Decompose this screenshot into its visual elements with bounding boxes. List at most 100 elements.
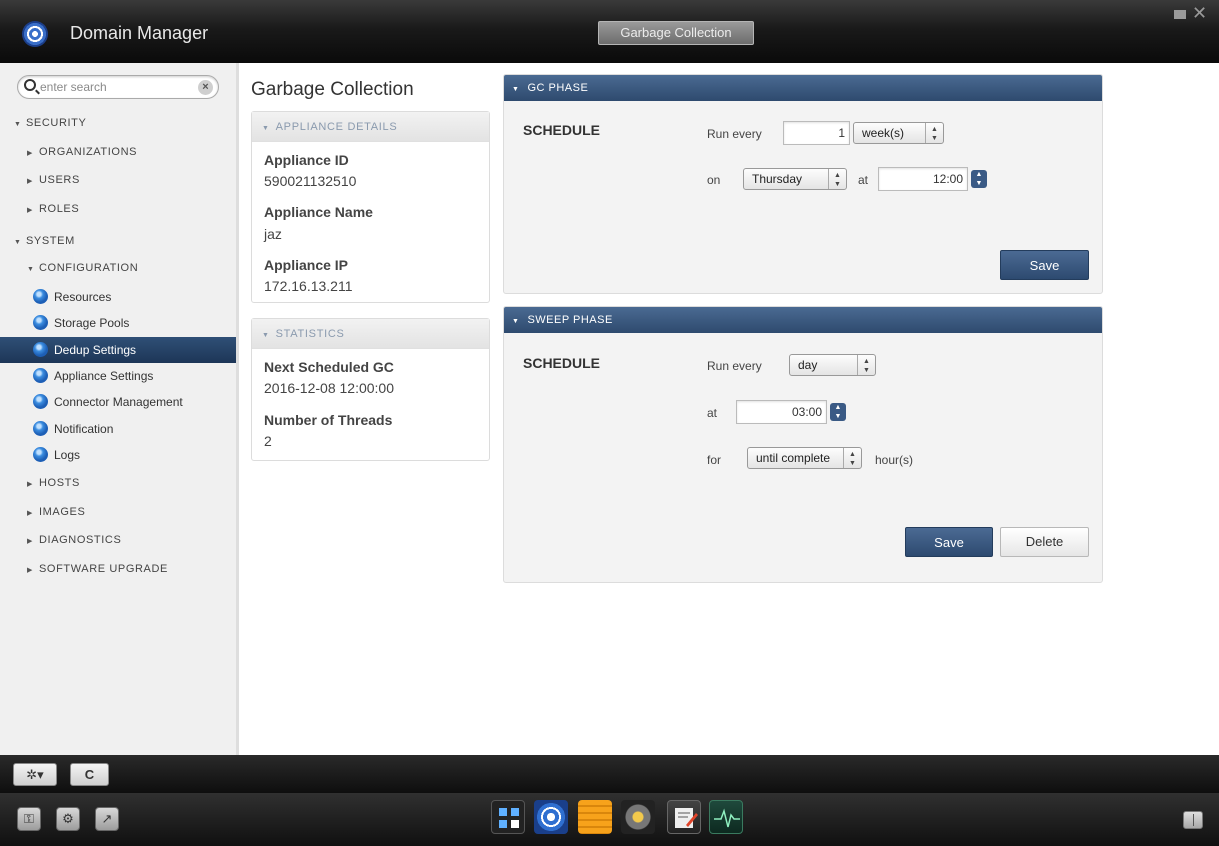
- appliance-ip-label: Appliance IP: [264, 257, 349, 273]
- notes-app-icon[interactable]: [578, 800, 612, 834]
- network-app-icon[interactable]: [621, 800, 655, 834]
- sweep-unit-select[interactable]: day ▲ ▼: [789, 354, 876, 376]
- gc-save-button[interactable]: Save: [1000, 250, 1089, 280]
- gc-time-input[interactable]: 12:00: [878, 167, 968, 191]
- gc-run-every-input[interactable]: 1: [783, 121, 850, 145]
- gear-icon[interactable]: ⚙: [56, 807, 80, 831]
- sweep-run-every-label: Run every: [707, 359, 762, 373]
- sweep-schedule-label: SCHEDULE: [523, 355, 601, 371]
- gc-on-label: on: [707, 173, 721, 187]
- minimize-icon[interactable]: [1174, 10, 1186, 19]
- sweep-hours-label: hour(s): [875, 453, 914, 467]
- gc-phase-panel: ▼ GC PHASE SCHEDULE Run every 1 week(s) ▲ ▼…: [503, 74, 1103, 294]
- search-input[interactable]: [40, 78, 190, 96]
- gc-at-label: at: [858, 173, 869, 187]
- appliance-name-value: jaz: [264, 226, 282, 242]
- up-down-icon: ▲ ▼: [828, 169, 846, 189]
- sidebar-item-hosts[interactable]: ▶ HOSTS: [0, 470, 236, 496]
- globe-icon: [33, 289, 48, 304]
- close-icon[interactable]: ✕: [1192, 3, 1207, 24]
- app-title: Domain Manager: [70, 23, 209, 43]
- sidebar-item-organizations[interactable]: ▶ ORGANIZATIONS: [0, 139, 236, 165]
- bottom-toolbar: ✲▾ C: [0, 755, 1219, 793]
- globe-icon: [33, 447, 48, 462]
- sidebar-item-configuration[interactable]: ▼ CONFIGURATION: [0, 255, 236, 281]
- editor-app-icon[interactable]: [667, 800, 701, 834]
- keyhole-icon[interactable]: ⚿: [17, 807, 41, 831]
- chevron-right-icon: ▶: [27, 567, 33, 574]
- sweep-phase-panel: ▼ SWEEP PHASE SCHEDULE Run every day ▲ ▼ at…: [503, 306, 1103, 583]
- chevron-down-icon: ▼: [14, 239, 22, 246]
- appliance-ip-value: 172.16.13.211: [264, 278, 353, 294]
- gear-dropdown-icon[interactable]: ✲▾: [13, 763, 57, 786]
- gc-schedule-label: SCHEDULE: [523, 122, 601, 138]
- up-down-icon: ▲ ▼: [843, 448, 861, 468]
- chevron-right-icon: ▶: [27, 178, 33, 185]
- chevron-right-icon: ▶: [27, 150, 33, 157]
- chevron-down-icon: ▼: [512, 86, 520, 93]
- chevron-right-icon: ▶: [27, 538, 33, 545]
- tab-garbage-collection[interactable]: Garbage Collection: [598, 21, 754, 45]
- sidebar-item-images[interactable]: ▶ IMAGES: [0, 499, 236, 525]
- domain-manager-icon[interactable]: [534, 800, 568, 834]
- sidebar-item-storage-pools[interactable]: Storage Pools: [0, 310, 236, 336]
- chevron-down-icon: ▼: [512, 318, 520, 325]
- book-icon[interactable]: [1183, 811, 1203, 829]
- threads-value: 2: [264, 433, 272, 449]
- globe-icon: [33, 394, 48, 409]
- wrench-icon[interactable]: ↗: [95, 807, 119, 831]
- sidebar-item-logs[interactable]: Logs: [0, 442, 236, 468]
- statistics-card: ▼ STATISTICS Next Scheduled GC 2016-12-08…: [251, 318, 490, 461]
- threads-label: Number of Threads: [264, 412, 393, 428]
- appliance-id-label: Appliance ID: [264, 152, 349, 168]
- sweep-at-label: at: [707, 406, 718, 420]
- chevron-down-icon: ▼: [262, 332, 270, 339]
- monitor-app-icon[interactable]: [709, 800, 743, 834]
- gc-phase-header[interactable]: ▼ GC PHASE: [504, 75, 1102, 101]
- sidebar-item-system[interactable]: ▼ SYSTEM: [0, 228, 236, 254]
- sidebar-item-appliance-settings[interactable]: Appliance Settings: [0, 363, 236, 389]
- gc-time-stepper-icon[interactable]: ▲ ▼: [971, 170, 987, 188]
- globe-icon: [33, 315, 48, 330]
- sidebar: × ▼SECURITY ▶ORGANIZATIONS ▶USERS ▶ROLES…: [0, 63, 239, 755]
- dock: ⚿ ⚙ ↗: [0, 793, 1219, 846]
- globe-icon: [33, 342, 48, 357]
- sidebar-item-diagnostics[interactable]: ▶ DIAGNOSTICS: [0, 527, 236, 553]
- globe-icon: [33, 421, 48, 436]
- sweep-duration-select[interactable]: until complete ▲ ▼: [747, 447, 862, 469]
- search-icon: [24, 79, 36, 91]
- chevron-right-icon: ▶: [27, 510, 33, 517]
- sidebar-item-dedup-settings[interactable]: Dedup Settings: [0, 337, 236, 363]
- sidebar-item-roles[interactable]: ▶ ROLES: [0, 196, 236, 222]
- gc-unit-select[interactable]: week(s) ▲ ▼: [853, 122, 944, 144]
- sidebar-item-notification[interactable]: Notification: [0, 416, 236, 442]
- sidebar-item-users[interactable]: ▶ USERS: [0, 167, 236, 193]
- up-down-icon: ▲ ▼: [925, 123, 943, 143]
- next-gc-label: Next Scheduled GC: [264, 359, 394, 375]
- sweep-save-button[interactable]: Save: [905, 527, 993, 557]
- sweep-delete-button[interactable]: Delete: [1000, 527, 1089, 557]
- domain-manager-logo-icon: [22, 21, 48, 47]
- appliance-name-label: Appliance Name: [264, 204, 373, 220]
- up-down-icon: ▲ ▼: [857, 355, 875, 375]
- sweep-phase-header[interactable]: ▼ SWEEP PHASE: [504, 307, 1102, 333]
- sidebar-item-software-upgrade[interactable]: ▶ SOFTWARE UPGRADE: [0, 556, 236, 582]
- gc-day-select[interactable]: Thursday ▲ ▼: [743, 168, 847, 190]
- next-gc-value: 2016-12-08 12:00:00: [264, 380, 394, 396]
- gc-run-every-label: Run every: [707, 127, 762, 141]
- sidebar-item-connector-management[interactable]: Connector Management: [0, 389, 236, 415]
- chevron-right-icon: ▶: [27, 207, 33, 214]
- refresh-button[interactable]: C: [70, 763, 109, 786]
- grid-app-icon[interactable]: [491, 800, 525, 834]
- sweep-time-input[interactable]: 03:00: [736, 400, 827, 424]
- chevron-right-icon: ▶: [27, 481, 33, 488]
- statistics-header[interactable]: ▼ STATISTICS: [252, 319, 489, 349]
- search-box: ×: [17, 75, 219, 99]
- chevron-down-icon: ▼: [262, 125, 270, 132]
- page-title: Garbage Collection: [251, 79, 414, 100]
- sidebar-item-security[interactable]: ▼ SECURITY: [0, 110, 236, 136]
- appliance-details-header[interactable]: ▼ APPLIANCE DETAILS: [252, 112, 489, 142]
- sidebar-item-resources[interactable]: Resources: [0, 284, 236, 310]
- clear-search-icon[interactable]: ×: [198, 80, 213, 95]
- sweep-time-stepper-icon[interactable]: ▲ ▼: [830, 403, 846, 421]
